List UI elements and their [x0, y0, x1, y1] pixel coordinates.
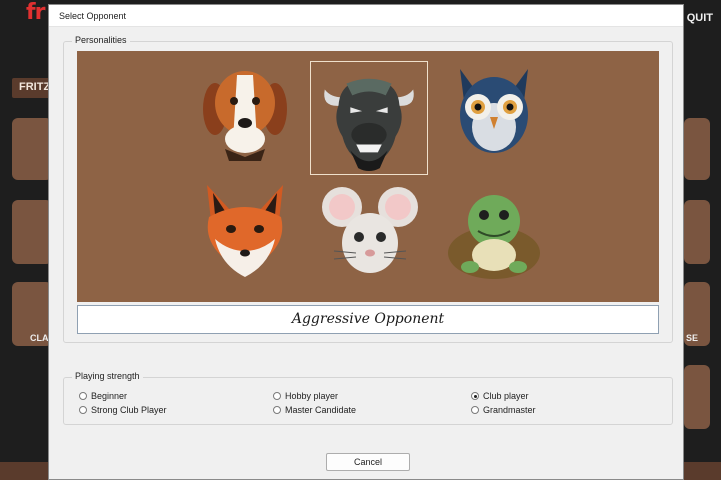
radio-label: Grandmaster — [483, 405, 536, 415]
menu-tile[interactable] — [684, 200, 710, 264]
radio-label: Beginner — [91, 391, 128, 401]
tile-label: SE — [686, 333, 699, 343]
opponent-turtle[interactable] — [444, 181, 544, 281]
opponent-bull[interactable] — [310, 61, 428, 175]
bull-face-icon — [324, 78, 414, 172]
radio-button-icon[interactable] — [273, 392, 281, 400]
radio-label: Strong Club Player — [91, 405, 167, 415]
cancel-button[interactable]: Cancel — [326, 453, 410, 471]
radio-strong-club-player[interactable]: Strong Club Player — [79, 405, 167, 415]
playing-strength-group: Playing strength — [63, 371, 673, 425]
radio-button-icon[interactable] — [79, 392, 87, 400]
radio-club-player[interactable]: Club player — [471, 391, 529, 401]
fox-face-icon — [207, 185, 283, 277]
menu-tile[interactable] — [684, 118, 710, 180]
tile-label: CLA — [30, 333, 49, 343]
playing-strength-label: Playing strength — [72, 371, 143, 381]
radio-button-icon[interactable] — [471, 406, 479, 414]
radio-master-candidate[interactable]: Master Candidate — [273, 405, 356, 415]
beagle-face-icon — [203, 71, 287, 161]
personalities-label: Personalities — [72, 35, 130, 45]
radio-button-icon[interactable] — [273, 406, 281, 414]
radio-button-icon[interactable] — [471, 392, 479, 400]
quit-button[interactable]: QUIT — [687, 12, 713, 24]
radio-label: Hobby player — [285, 391, 339, 401]
menu-tile[interactable] — [684, 365, 710, 429]
radio-label: Master Candidate — [285, 405, 357, 415]
opponent-mouse[interactable] — [320, 181, 420, 281]
opponent-owl[interactable] — [444, 61, 544, 161]
dialog-title: Select Opponent — [49, 5, 683, 27]
opponent-grid — [77, 51, 659, 302]
radio-label: Club player — [483, 391, 529, 401]
app-logo: fr — [26, 0, 45, 25]
opponent-beagle[interactable] — [195, 61, 295, 161]
radio-grandmaster[interactable]: Grandmaster — [471, 405, 536, 415]
opponent-fox[interactable] — [195, 181, 295, 281]
menu-tile[interactable] — [12, 200, 52, 264]
mouse-face-icon — [322, 187, 418, 273]
menu-tile[interactable] — [12, 118, 52, 180]
owl-face-icon — [460, 69, 528, 153]
fritz-tab[interactable]: FRITZ — [12, 78, 52, 98]
radio-button-icon[interactable] — [79, 406, 87, 414]
opponent-description: Aggressive Opponent — [77, 305, 659, 334]
radio-hobby-player[interactable]: Hobby player — [273, 391, 338, 401]
turtle-face-icon — [448, 195, 540, 279]
select-opponent-dialog: Select Opponent Personalities Aggressive… — [48, 4, 684, 480]
radio-beginner[interactable]: Beginner — [79, 391, 127, 401]
